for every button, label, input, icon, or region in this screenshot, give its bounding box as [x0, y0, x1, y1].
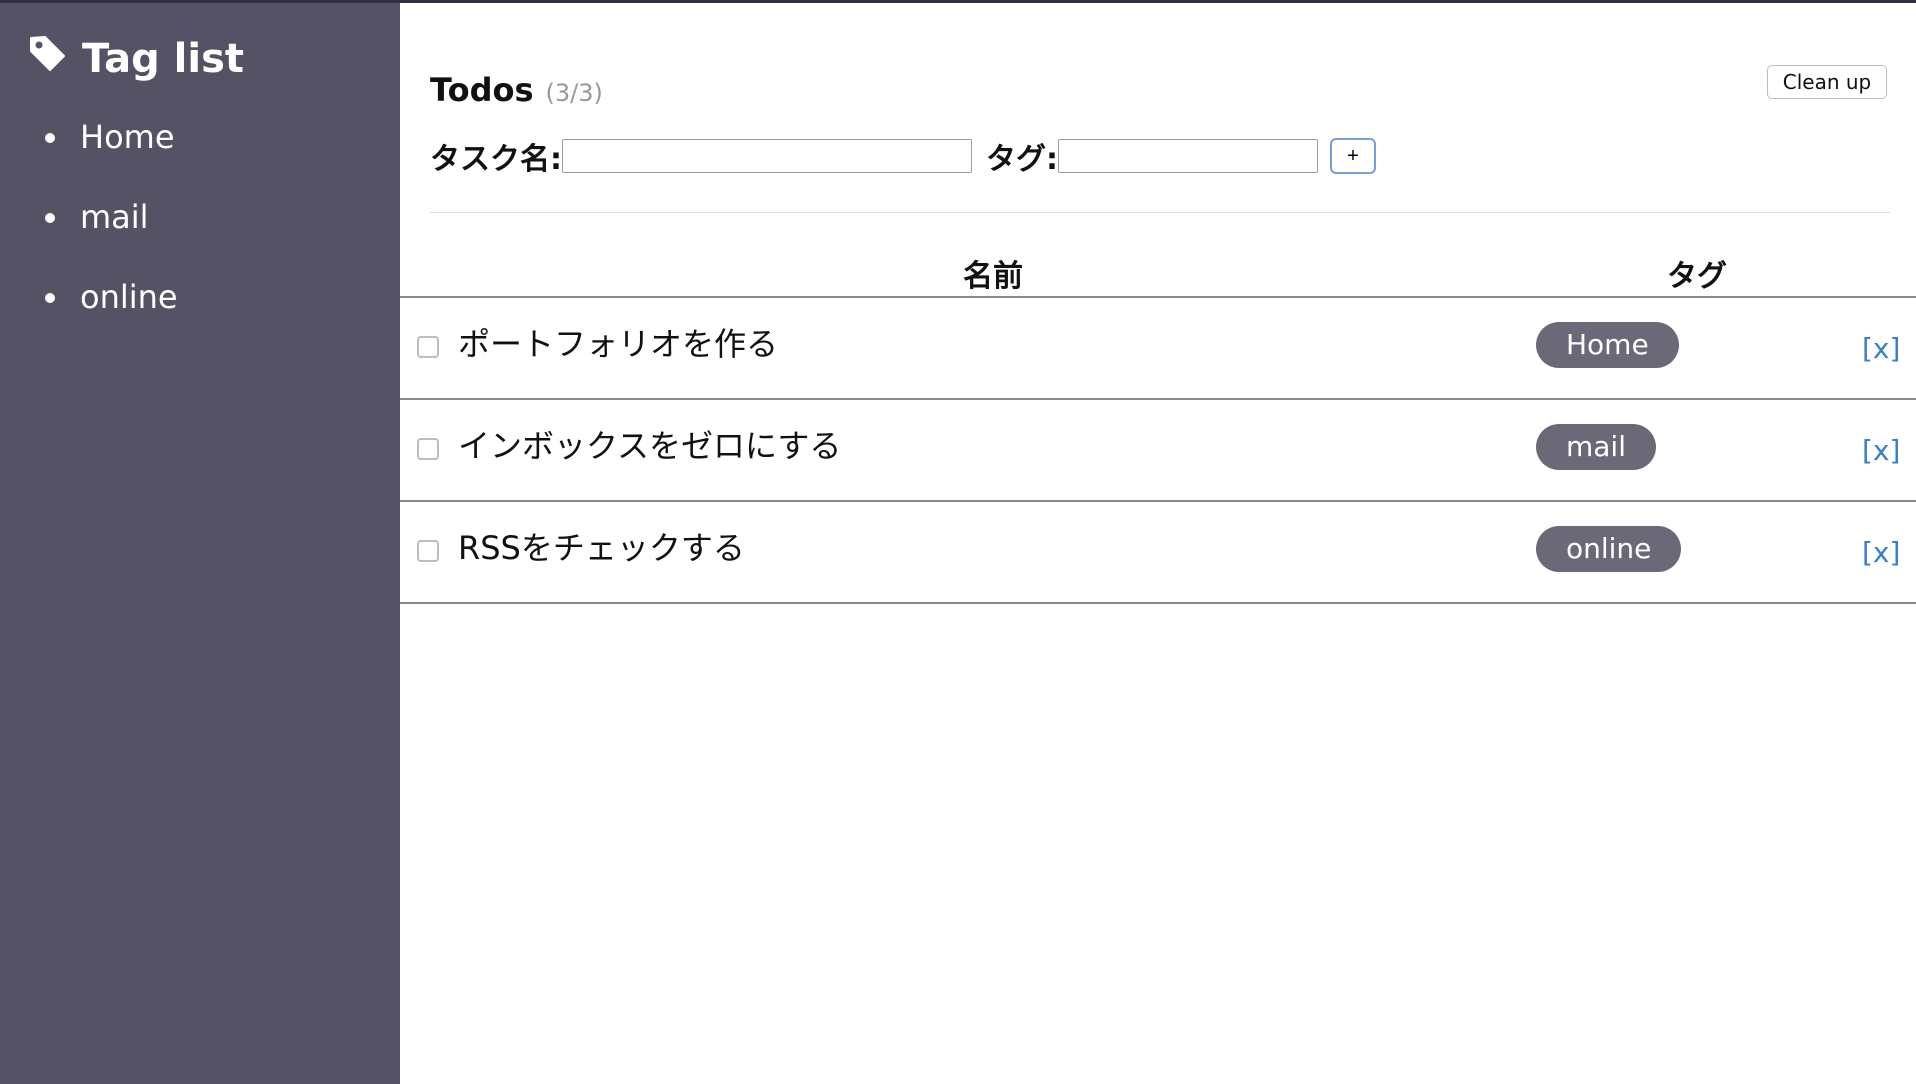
page-heading: Todos (3/3)	[430, 71, 603, 109]
delete-link[interactable]: [x]	[1862, 536, 1900, 569]
delete-link[interactable]: [x]	[1862, 434, 1900, 467]
tag-input[interactable]	[1058, 139, 1318, 173]
column-header-name: 名前	[963, 259, 1023, 294]
sidebar-header: Tag list	[28, 33, 244, 85]
sidebar: Tag list Home mail online	[0, 3, 400, 1084]
sidebar-item-label: online	[80, 278, 178, 316]
tag-label: タグ:	[986, 142, 1058, 177]
task-checkbox[interactable]	[417, 336, 439, 358]
tag-pill: mail	[1536, 424, 1656, 470]
table-row: インボックスをゼロにする mail [x]	[400, 400, 1916, 502]
sidebar-item-home[interactable]: Home	[0, 111, 178, 191]
sidebar-item-label: mail	[80, 198, 149, 236]
page-title: Todos	[430, 71, 534, 109]
sidebar-item-online[interactable]: online	[0, 271, 178, 351]
table-row: RSSをチェックする online [x]	[400, 502, 1916, 604]
task-checkbox[interactable]	[417, 438, 439, 460]
main-content: Todos (3/3) Clean up タスク名: タグ: + 名前 タグ ポ…	[400, 3, 1916, 1084]
bullet-icon	[45, 133, 55, 143]
column-header-tag: タグ	[1667, 259, 1727, 294]
sidebar-item-mail[interactable]: mail	[0, 191, 178, 271]
task-name: インボックスをゼロにする	[458, 427, 842, 465]
task-name-input[interactable]	[562, 139, 972, 173]
bullet-icon	[45, 293, 55, 303]
sidebar-title: Tag list	[82, 36, 245, 82]
task-name: RSSをチェックする	[458, 529, 745, 567]
sidebar-item-label: Home	[80, 118, 175, 156]
task-name-label: タスク名:	[430, 142, 562, 177]
delete-link[interactable]: [x]	[1862, 332, 1900, 365]
tag-list: Home mail online	[0, 111, 178, 351]
clean-up-button[interactable]: Clean up	[1767, 65, 1887, 99]
divider	[430, 212, 1890, 213]
add-task-button[interactable]: +	[1330, 138, 1376, 174]
task-name: ポートフォリオを作る	[458, 325, 779, 363]
tag-pill: Home	[1536, 322, 1679, 368]
add-task-form: タスク名: タグ: +	[430, 133, 1376, 179]
tag-icon	[28, 34, 68, 84]
table-row: ポートフォリオを作る Home [x]	[400, 298, 1916, 400]
task-checkbox[interactable]	[417, 540, 439, 562]
todo-count: (3/3)	[545, 79, 603, 107]
tag-pill: online	[1536, 526, 1682, 572]
bullet-icon	[45, 213, 55, 223]
